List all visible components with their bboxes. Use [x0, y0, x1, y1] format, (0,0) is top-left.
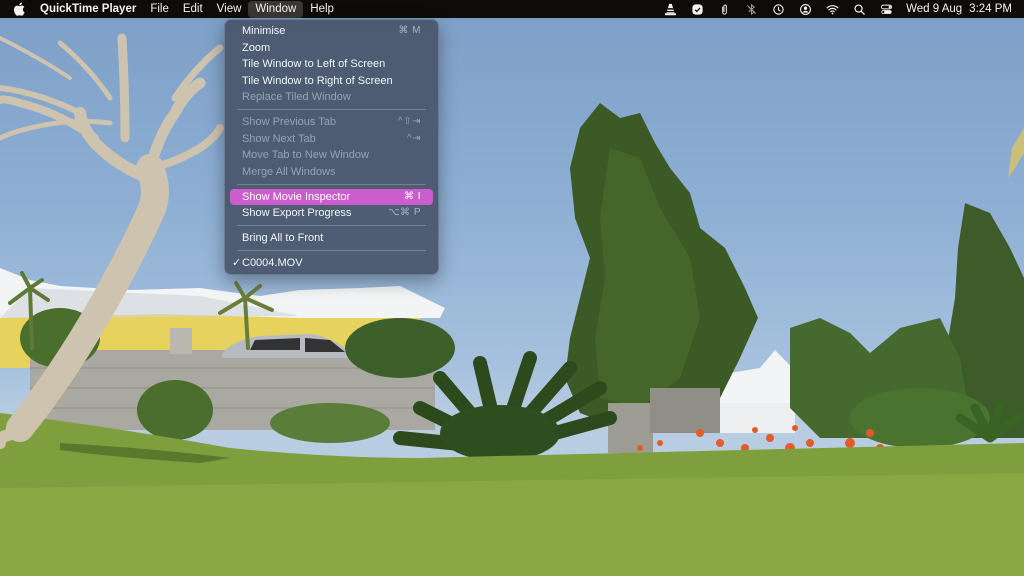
menu-bar: QuickTime Player File Edit View Window H… — [0, 0, 1024, 18]
menu-separator — [237, 225, 426, 226]
menu-item-minimise[interactable]: Minimise ⌘ M — [230, 23, 433, 40]
apple-menu-icon[interactable] — [12, 0, 26, 18]
menu-item-label: Merge All Windows — [242, 165, 336, 178]
menu-item-show-movie-inspector[interactable]: Show Movie Inspector ⌘ I — [230, 188, 433, 205]
menu-item-show-export-progress[interactable]: Show Export Progress ⌥⌘ P — [230, 205, 433, 222]
menu-item-show-previous-tab: Show Previous Tab ^⇧⇥ — [230, 114, 433, 131]
cypress-tree-center — [565, 103, 758, 428]
window-menu-dropdown: Minimise ⌘ M Zoom Tile Window to Left of… — [224, 19, 439, 275]
menu-item-replace-tiled-window: Replace Tiled Window — [230, 89, 433, 106]
menu-item-zoom[interactable]: Zoom — [230, 40, 433, 57]
menu-item-label: Show Previous Tab — [242, 116, 336, 128]
control-center-icon[interactable] — [880, 2, 894, 16]
menu-separator — [237, 250, 426, 251]
shortcut-label: ⌘ M — [398, 25, 421, 36]
menu-item-label: Zoom — [242, 41, 271, 54]
menu-item-merge-all-windows: Merge All Windows — [230, 164, 433, 181]
menu-file[interactable]: File — [143, 0, 176, 18]
paperclip-icon[interactable] — [718, 2, 732, 16]
menu-item-label: Tile Window to Right of Screen — [242, 74, 393, 87]
spotlight-search-icon[interactable] — [853, 2, 867, 16]
menu-item-label: Show Export Progress — [242, 207, 352, 219]
menu-item-label: Show Next Tab — [242, 132, 316, 145]
menubar-clock[interactable]: Wed 9 Aug 3:24 PM — [906, 3, 1012, 15]
menu-item-move-tab-to-new-window: Move Tab to New Window — [230, 147, 433, 164]
vlc-cone-icon[interactable] — [664, 2, 678, 16]
checkmark-badge-icon[interactable] — [691, 2, 705, 16]
menu-item-label: Minimise — [242, 25, 286, 37]
menu-window[interactable]: Window — [248, 0, 304, 18]
menu-separator — [237, 109, 426, 110]
menu-item-label: Replace Tiled Window — [242, 91, 351, 103]
clock-time: 3:24 PM — [969, 3, 1012, 15]
menu-edit[interactable]: Edit — [176, 0, 210, 18]
menu-item-label: Move Tab to New Window — [242, 149, 369, 161]
menu-item-bring-all-to-front[interactable]: Bring All to Front — [230, 230, 433, 247]
app-menu-quicktime-player[interactable]: QuickTime Player — [34, 0, 143, 18]
menu-item-label: Bring All to Front — [242, 232, 324, 244]
wifi-icon[interactable] — [826, 2, 840, 16]
video-frame[interactable] — [0, 18, 1024, 576]
time-machine-icon[interactable] — [772, 2, 786, 16]
menu-item-label: Show Movie Inspector — [242, 190, 351, 203]
menu-item-tile-right[interactable]: Tile Window to Right of Screen — [230, 73, 433, 90]
user-account-icon[interactable] — [799, 2, 813, 16]
menu-separator — [237, 183, 426, 185]
bluetooth-off-icon[interactable] — [745, 2, 759, 16]
shortcut-label: ^⇥ — [406, 132, 421, 144]
menu-item-window-c0004-mov[interactable]: ✓ C0004.MOV — [230, 255, 433, 272]
menu-item-tile-left[interactable]: Tile Window to Left of Screen — [230, 56, 433, 73]
shortcut-label: ⌘ I — [403, 190, 421, 202]
menu-item-label: C0004.MOV — [242, 257, 303, 269]
shortcut-label: ⌥⌘ P — [388, 207, 421, 218]
checkmark-icon: ✓ — [232, 257, 242, 269]
menu-item-show-next-tab: Show Next Tab ^⇥ — [230, 131, 433, 148]
palm-tree-far-right — [1008, 128, 1024, 178]
clock-date: Wed 9 Aug — [906, 3, 963, 15]
shortcut-label: ^⇧⇥ — [398, 116, 421, 127]
menu-view[interactable]: View — [210, 0, 249, 18]
menu-help[interactable]: Help — [303, 0, 341, 18]
menu-item-label: Tile Window to Left of Screen — [242, 58, 386, 70]
